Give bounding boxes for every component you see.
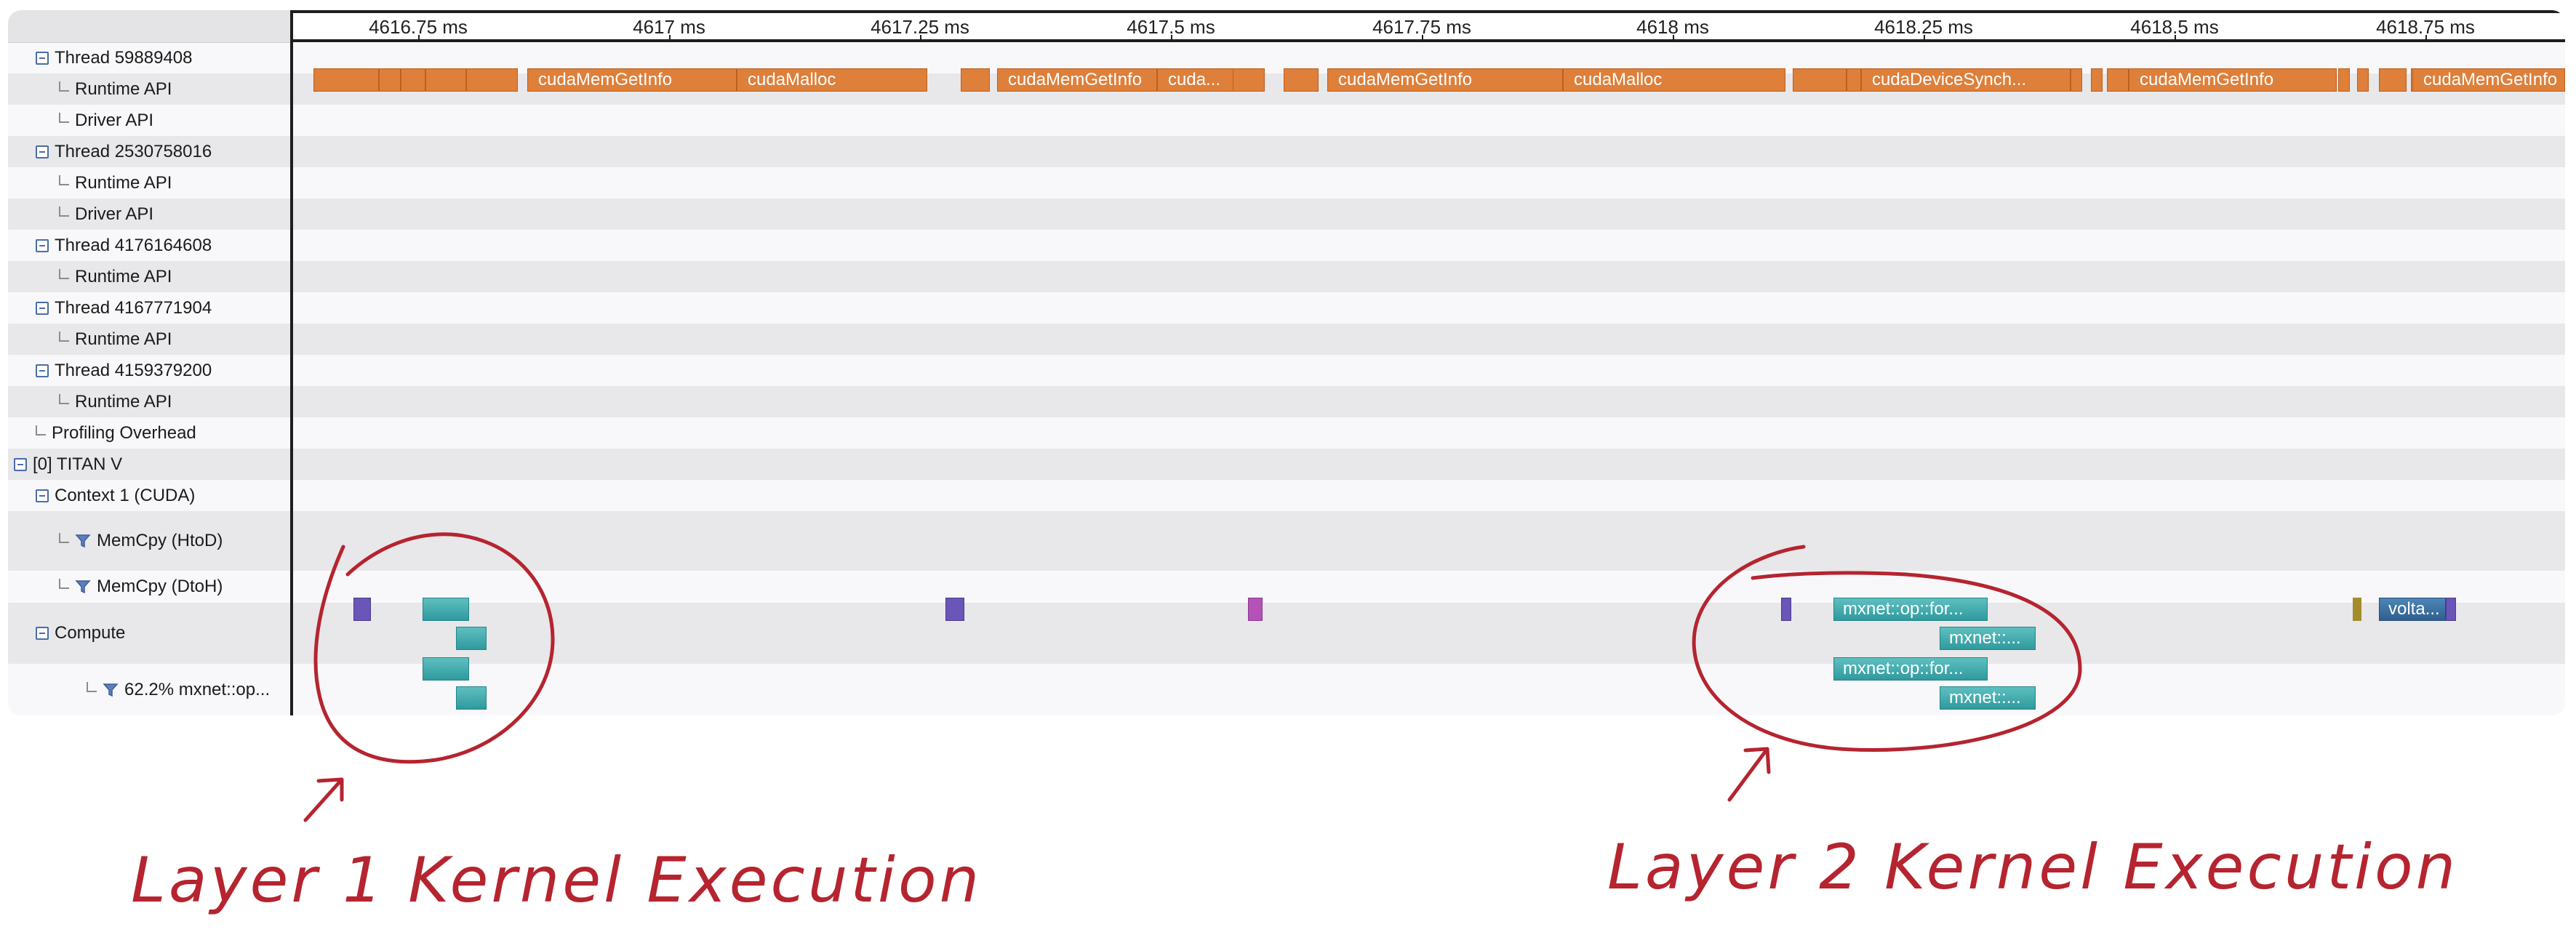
tree-row-label: Thread 4176164608 (55, 235, 212, 255)
tree-branch-icon (59, 174, 69, 185)
profiler-window: Thread 59889408 Runtime API Driver API Thre… (8, 10, 2565, 715)
kernel-label: volta... (2388, 599, 2440, 619)
right-arrow-annotation (1727, 747, 1771, 802)
kernel-bar[interactable] (1781, 598, 1791, 621)
tree-row-child[interactable]: Runtime API (59, 167, 172, 198)
collapse-toggle-icon[interactable] (36, 301, 49, 315)
kernel-bar[interactable] (456, 686, 487, 710)
filter-icon[interactable] (75, 579, 91, 595)
tree-header (8, 10, 290, 43)
tree-row-thread[interactable]: Thread 59889408 (36, 42, 193, 73)
tree-row-filter-deep[interactable]: 62.2% mxnet::op... (87, 664, 270, 715)
tree-row-label: Runtime API (75, 79, 172, 99)
tree-row-label: Thread 4159379200 (55, 360, 212, 380)
tree-branch-icon (59, 112, 69, 123)
left-arrow-annotation (303, 777, 344, 822)
kernel-bar[interactable] (353, 598, 371, 621)
tree-branch-icon (87, 681, 97, 692)
tree-row-label: Runtime API (75, 391, 172, 412)
tree-branch-icon (59, 206, 69, 217)
tree-row-label: MemCpy (HtoD) (97, 531, 223, 550)
collapse-toggle-icon[interactable] (36, 489, 49, 502)
collapse-toggle-icon[interactable] (36, 145, 49, 158)
tree-row-filter[interactable]: MemCpy (DtoH) (59, 571, 223, 603)
tree-row-thread[interactable]: Thread 4167771904 (36, 292, 212, 324)
tree-branch-icon (59, 579, 69, 589)
tree-branch-icon (59, 331, 69, 342)
collapse-toggle-icon[interactable] (36, 627, 49, 640)
kernel-label: mxnet::op::for... (1843, 599, 1964, 619)
tree-row-label: Thread 59889408 (55, 47, 193, 68)
tree-row-device[interactable]: [0] TITAN V (14, 449, 122, 480)
kernel-bar[interactable]: mxnet::op::for... (1833, 598, 1988, 621)
tree-row-context[interactable]: Context 1 (CUDA) (36, 480, 195, 511)
tree-row-label: Runtime API (75, 329, 172, 349)
kernel-bar[interactable] (1248, 598, 1263, 621)
kernel-label: mxnet::op::for... (1843, 659, 1964, 678)
tree-row-context[interactable]: Compute (36, 603, 125, 664)
kernel-bar[interactable] (456, 627, 487, 650)
collapse-toggle-icon[interactable] (36, 238, 49, 252)
kernel-label: mxnet::... (1949, 688, 2021, 707)
tree-row-label: Context 1 (CUDA) (55, 485, 196, 505)
tree-row-label: MemCpy (DtoH) (97, 577, 223, 596)
collapse-toggle-icon[interactable] (36, 364, 49, 377)
tree-row-label: Thread 2530758016 (55, 141, 212, 161)
tree-branch-icon (59, 533, 69, 543)
tree-branch-icon (59, 268, 69, 279)
tree-row-label: Compute (55, 623, 126, 643)
kernel-bar[interactable]: mxnet::... (1940, 686, 2036, 710)
tree-row-label: 62.2% mxnet::op... (124, 679, 271, 699)
tree-row-label: Runtime API (75, 266, 172, 286)
kernel-bar[interactable] (423, 657, 469, 681)
filter-icon[interactable] (103, 682, 119, 698)
timeline-area[interactable]: 4616.75 ms 4617 ms 4617.25 ms 4617.5 ms … (293, 10, 2565, 715)
tree-row-label: Thread 4167771904 (55, 297, 212, 318)
tree-row-filter[interactable]: MemCpy (HtoD) (59, 511, 223, 571)
kernel-bar[interactable] (423, 598, 469, 621)
tree-branch-icon (59, 393, 69, 404)
layer1-annotation-label: Layer 1 Kernel Execution (131, 844, 982, 917)
layer2-annotation-label: Layer 2 Kernel Execution (1607, 831, 2458, 904)
tree-row-child[interactable]: Runtime API (59, 73, 172, 105)
tree-row-label: Runtime API (75, 172, 172, 193)
tree-row-label: Driver API (75, 110, 154, 130)
compute-track: mxnet::op::for... mxnet::... mxnet::op::… (293, 10, 2565, 715)
tree-branch-icon (59, 81, 69, 92)
collapse-toggle-icon[interactable] (36, 51, 49, 65)
kernel-bar[interactable]: mxnet::op::for... (1833, 657, 1988, 681)
kernel-bar[interactable] (2353, 598, 2361, 621)
kernel-bar[interactable] (2446, 598, 2456, 621)
collapse-toggle-icon[interactable] (14, 457, 27, 471)
kernel-bar[interactable]: mxnet::... (1940, 627, 2036, 650)
kernel-bar[interactable]: volta... (2379, 598, 2446, 621)
kernel-label: mxnet::... (1949, 628, 2021, 648)
tree-row-child[interactable]: Driver API (59, 105, 153, 136)
tree-row-thread[interactable]: Thread 4176164608 (36, 230, 212, 261)
tree-row-child[interactable]: Runtime API (59, 261, 172, 292)
tree-row-label: [0] TITAN V (33, 454, 123, 474)
tree-branch-icon (36, 425, 46, 436)
tree-row-thread[interactable]: Thread 4159379200 (36, 355, 212, 386)
tree-row-child[interactable]: Driver API (59, 198, 153, 230)
tree-row-label: Profiling Overhead (52, 422, 196, 443)
tree-row-leaf[interactable]: Profiling Overhead (36, 417, 196, 449)
filter-icon[interactable] (75, 533, 91, 549)
kernel-bar[interactable] (945, 598, 964, 621)
tree-row-thread[interactable]: Thread 2530758016 (36, 136, 212, 167)
tree-row-child[interactable]: Runtime API (59, 386, 172, 417)
tree-row-child[interactable]: Runtime API (59, 324, 172, 355)
tree-row-label: Driver API (75, 204, 154, 224)
timeline-row-tree: Thread 59889408 Runtime API Driver API Thre… (8, 10, 293, 715)
